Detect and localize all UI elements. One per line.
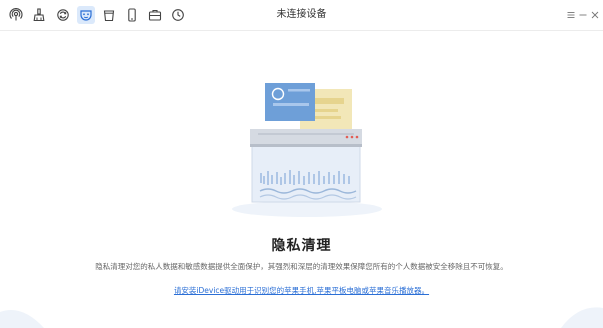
podcast-icon <box>9 8 23 21</box>
tool-privacy-button[interactable] <box>77 6 95 24</box>
tool-cleaner-button[interactable] <box>30 6 48 24</box>
privacy-clean-panel: 隐私清理 隐私清理对您的私人数据和敏感数据提供全面保护，其强烈和深层的清理效果保… <box>0 31 603 328</box>
trash-icon <box>103 10 115 22</box>
sync-icon <box>57 9 69 21</box>
tool-phone-button[interactable] <box>123 6 141 24</box>
toolbox-icon <box>148 9 162 21</box>
tool-sync-button[interactable] <box>54 6 72 24</box>
menu-icon <box>567 12 575 18</box>
minimize-icon <box>579 14 587 16</box>
tool-toolbox-button[interactable] <box>146 6 164 24</box>
corner-decoration-left <box>0 310 44 328</box>
privacy-mask-icon <box>80 10 92 21</box>
tool-history-button[interactable] <box>169 6 187 24</box>
toolbar: 未连接设备 <box>0 0 603 31</box>
minimize-button[interactable] <box>578 9 588 21</box>
close-icon <box>591 11 599 19</box>
shredder-illustration <box>232 83 382 217</box>
phone-icon <box>128 8 136 22</box>
corner-decoration-right <box>561 307 603 328</box>
install-driver-link[interactable]: 请安装iDevice驱动用于识别您的苹果手机,苹果平板电脑或苹果音乐播放器。 <box>0 285 603 296</box>
history-icon <box>172 9 184 21</box>
broom-icon <box>33 8 45 22</box>
tool-trash-button[interactable] <box>100 6 118 24</box>
feature-description: 隐私清理对您的私人数据和敏感数据提供全面保护，其强烈和深层的清理效果保障您所有的… <box>95 262 508 271</box>
tool-podcast-button[interactable] <box>7 6 25 24</box>
close-button[interactable] <box>590 9 600 21</box>
menu-button[interactable] <box>566 9 576 21</box>
page-title: 隐私清理 <box>271 238 332 254</box>
app-window: 未连接设备 隐私清理 隐私清理对您的私人数据和敏感数据提供全面保护，其强烈和深层… <box>0 0 603 328</box>
